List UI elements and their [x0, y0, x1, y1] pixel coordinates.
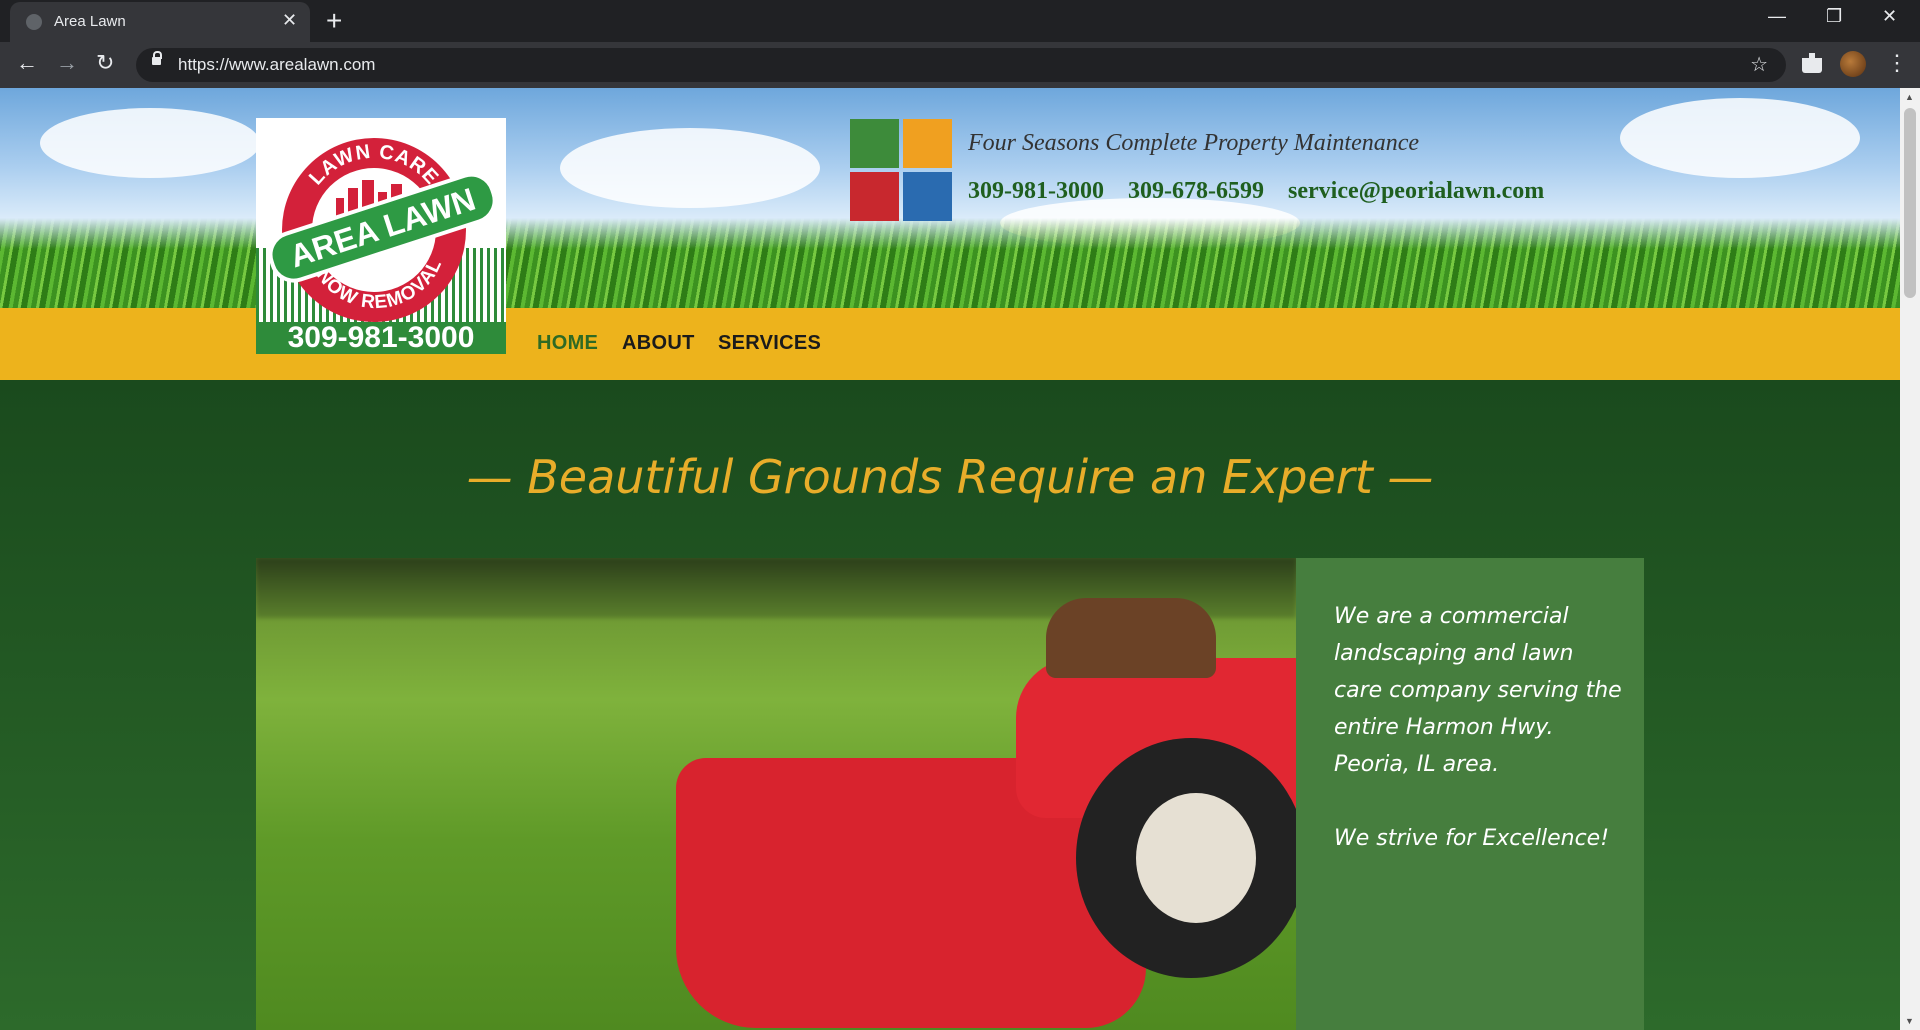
restore-icon[interactable]: ❐ — [1826, 6, 1842, 27]
four-seasons-icon — [850, 119, 952, 221]
hero-headline: — Beautiful Grounds Require an Expert — — [466, 450, 1434, 504]
intro-box: We are a commercial landscaping and lawn… — [1296, 558, 1644, 1030]
reload-icon[interactable]: ↻ — [96, 50, 114, 76]
minimize-icon[interactable]: — — [1768, 6, 1786, 27]
cloud-decoration — [40, 108, 260, 178]
page-scrollbar[interactable]: ▲ ▼ — [1900, 88, 1920, 1030]
browser-tab-bar: Area Lawn ✕ + — ❐ ✕ — [0, 0, 1920, 42]
profile-avatar[interactable] — [1840, 51, 1866, 77]
browser-toolbar: ← → ↻ https://www.arealawn.com ☆ ⋮ — [0, 42, 1920, 88]
tab-title: Area Lawn — [54, 13, 126, 30]
leaf-icon — [850, 119, 899, 168]
email-link[interactable]: service@peorialawn.com — [1288, 178, 1544, 205]
mower-wheel-hub — [1136, 793, 1256, 923]
scroll-up-arrow-icon[interactable]: ▲ — [1905, 92, 1914, 102]
globe-icon — [26, 14, 42, 30]
window-close-icon[interactable]: ✕ — [1882, 6, 1897, 27]
intro-paragraph: We are a commercial landscaping and lawn… — [1334, 604, 1622, 777]
extensions-puzzle-icon[interactable] — [1802, 53, 1822, 73]
logo-phone: 309-981-3000 — [256, 322, 506, 354]
nav-home[interactable]: HOME — [537, 332, 598, 355]
maple-leaf-icon — [850, 172, 899, 221]
nav-about[interactable]: ABOUT — [622, 332, 695, 355]
boot — [1046, 598, 1216, 678]
company-tagline: Four Seasons Complete Property Maintenan… — [968, 130, 1420, 156]
intro-slogan: We strive for Excellence! — [1334, 826, 1610, 851]
address-bar[interactable]: https://www.arealawn.com ☆ — [136, 48, 1786, 82]
browser-menu-icon[interactable]: ⋮ — [1886, 50, 1908, 76]
bookmark-star-icon[interactable]: ☆ — [1750, 52, 1768, 77]
lawn-mower-photo — [256, 558, 1296, 1030]
scroll-thumb[interactable] — [1904, 108, 1916, 298]
logo-emblem: LAWN CARE SNOW REMOVAL AREA LAWN — [268, 138, 497, 322]
cloud-decoration — [560, 128, 820, 208]
snowflake-icon — [903, 172, 952, 221]
phone-secondary[interactable]: 309-678-6599 — [1128, 178, 1264, 205]
scroll-down-arrow-icon[interactable]: ▼ — [1905, 1016, 1914, 1026]
page-viewport: Four Seasons Complete Property Maintenan… — [0, 88, 1900, 1030]
back-icon[interactable]: ← — [16, 50, 38, 76]
close-tab-icon[interactable]: ✕ — [282, 10, 297, 31]
lock-icon — [152, 51, 162, 65]
browser-tab[interactable]: Area Lawn ✕ — [10, 2, 310, 42]
new-tab-icon[interactable]: + — [326, 5, 342, 37]
intro-text: We are a commercial landscaping and lawn… — [1334, 598, 1624, 857]
forward-icon[interactable]: → — [56, 50, 78, 76]
url-text[interactable]: https://www.arealawn.com — [178, 55, 375, 75]
nav-services[interactable]: SERVICES — [718, 332, 821, 355]
cloud-decoration — [1620, 98, 1860, 178]
main-section: — Beautiful Grounds Require an Expert — … — [0, 380, 1900, 1030]
sun-icon — [903, 119, 952, 168]
area-lawn-logo[interactable]: LAWN CARE SNOW REMOVAL AREA LAWN 309-981… — [256, 118, 506, 354]
phone-primary[interactable]: 309-981-3000 — [968, 178, 1104, 205]
